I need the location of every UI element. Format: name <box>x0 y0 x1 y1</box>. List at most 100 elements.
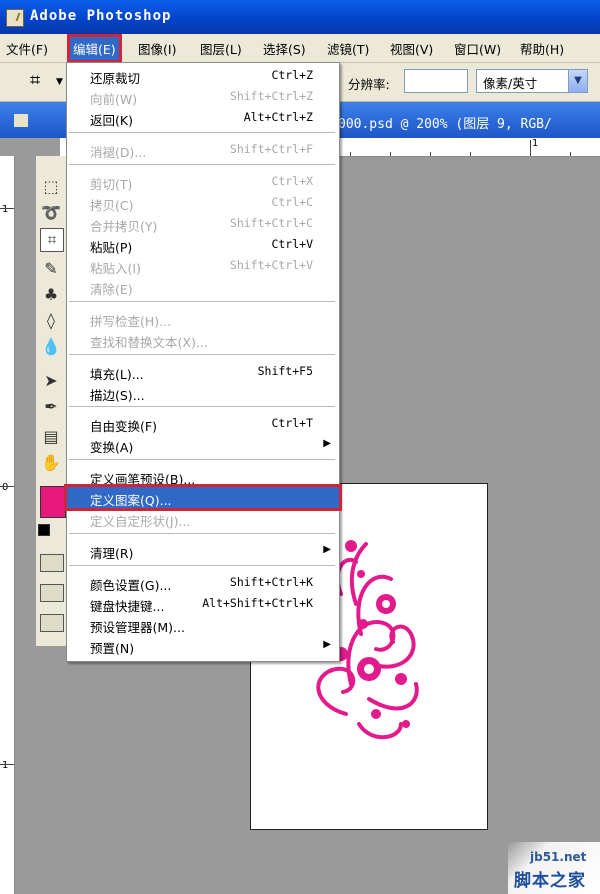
menu-edit[interactable]: 编辑(E) <box>67 34 122 63</box>
menu-item-label: 清除(E) <box>90 282 133 297</box>
edit-menu-item[interactable]: 粘贴(P) Ctrl+V <box>67 234 339 255</box>
edit-menu-item[interactable]: 清理(R) ▶ <box>67 540 339 561</box>
watermark-name: 脚本之家 <box>514 871 586 891</box>
menu-item-label: 还原裁切 <box>90 71 141 86</box>
notes-icon[interactable]: ▤ <box>40 426 62 448</box>
edit-menu-item[interactable]: 预设管理器(M)... <box>67 614 339 635</box>
resolution-input[interactable] <box>404 69 468 93</box>
menu-item-label: 拷贝(C) <box>90 198 134 213</box>
edit-menu-item[interactable]: 定义图案(Q)... <box>64 484 342 511</box>
menu-item-shortcut: Shift+Ctrl+Z <box>229 89 313 103</box>
app-title: Adobe Photoshop <box>30 8 172 24</box>
menu-item-label: 定义图案(Q)... <box>90 493 172 508</box>
menu-item-label: 描边(S)... <box>90 388 145 403</box>
default-colors-icon[interactable] <box>38 524 50 536</box>
edit-menu-item: 清除(E) <box>67 276 339 297</box>
submenu-arrow-icon: ▶ <box>323 438 331 449</box>
menu-item-shortcut: Shift+Ctrl+C <box>229 216 313 230</box>
menu-separator <box>69 565 335 566</box>
menu-item-label: 剪切(T) <box>90 177 133 192</box>
resolution-label: 分辨率: <box>348 77 390 92</box>
menu-layer[interactable]: 图层(L) <box>200 39 242 58</box>
screen-mode-icon[interactable] <box>40 584 64 602</box>
menu-help[interactable]: 帮助(H) <box>520 39 564 58</box>
edit-menu-item: 剪切(T) Ctrl+X <box>67 171 339 192</box>
menu-item-label: 拼写检查(H)... <box>90 314 172 329</box>
move-arrow-icon[interactable]: ➤ <box>40 370 62 392</box>
ruler-tick <box>430 152 431 156</box>
ruler-tick <box>350 152 351 156</box>
crop-icon[interactable]: ⌗ <box>30 70 52 92</box>
menu-window[interactable]: 窗口(W) <box>454 39 501 58</box>
ruler-tick <box>0 208 14 209</box>
menu-filter[interactable]: 滤镜(T) <box>327 39 369 58</box>
photoshop-app-icon <box>6 9 24 27</box>
edit-menu-item[interactable]: 自由变换(F) Ctrl+T <box>67 413 339 434</box>
edit-menu-item[interactable]: 键盘快捷键... Alt+Shift+Ctrl+K <box>67 593 339 614</box>
menu-item-label: 自由变换(F) <box>90 419 157 434</box>
menu-item-label: 合并拷贝(Y) <box>90 219 158 234</box>
edit-menu-item[interactable]: 定义画笔预设(B)... <box>67 466 339 487</box>
unit-select[interactable]: 像素/英寸 ▼ <box>476 69 588 93</box>
menu-view[interactable]: 视图(V) <box>390 39 433 58</box>
menubar: 文件(F) 编辑(E) 图像(I) 图层(L) 选择(S) 滤镜(T) 视图(V… <box>0 34 600 63</box>
pen-icon[interactable]: ✒ <box>40 396 62 418</box>
chevron-down-icon[interactable]: ▼ <box>568 70 587 92</box>
crop-tool-icon[interactable]: ⌗ <box>40 228 64 252</box>
menu-file[interactable]: 文件(F) <box>6 39 48 58</box>
menu-separator <box>69 132 335 133</box>
lasso-icon[interactable]: ➰ <box>40 202 62 224</box>
menu-item-shortcut: Shift+Ctrl+V <box>229 258 313 272</box>
unit-select-value: 像素/英寸 <box>483 76 538 91</box>
menu-separator <box>69 301 335 302</box>
edit-menu-item[interactable]: 预置(N) ▶ <box>67 635 339 656</box>
edit-menu-dropdown: 还原裁切 Ctrl+Z 向前(W) Shift+Ctrl+Z 返回(K) Alt+Ctrl… <box>64 62 342 662</box>
menu-item-shortcut: Shift+Ctrl+F <box>229 142 313 156</box>
healing-brush-icon[interactable]: ✎ <box>40 258 62 280</box>
menu-select[interactable]: 选择(S) <box>263 39 306 58</box>
menu-separator <box>69 406 335 407</box>
menu-item-label: 颜色设置(G)... <box>90 578 172 593</box>
menu-item-label: 消褪(D)... <box>90 145 147 160</box>
menu-item-label: 粘贴入(I) <box>90 261 141 276</box>
menu-item-label: 定义画笔预设(B)... <box>90 472 196 487</box>
menu-item-shortcut: Alt+Ctrl+Z <box>243 110 313 124</box>
edit-menu-item[interactable]: 填充(L)... Shift+F5 <box>67 361 339 382</box>
edit-menu-item: 向前(W) Shift+Ctrl+Z <box>67 86 339 107</box>
toolbox: ⬚ ➰ ⌗ ✎ ♣ ◊ 💧 ➤ ✒ ▤ ✋ <box>36 156 69 646</box>
chevron-down-icon[interactable]: ▼ <box>56 77 63 87</box>
hand-icon[interactable]: ✋ <box>40 452 62 474</box>
menu-separator <box>69 533 335 534</box>
ruler-tick <box>530 140 531 156</box>
marquee-icon[interactable]: ⬚ <box>40 176 62 198</box>
edit-menu-item[interactable]: 变换(A) ▶ <box>67 434 339 455</box>
menu-item-label: 预置(N) <box>90 641 135 656</box>
menu-item-label: 键盘快捷键... <box>90 599 165 614</box>
menu-item-label: 定义自定形状(J)... <box>90 514 191 529</box>
ruler-tick <box>0 764 14 765</box>
jump-to-imageready-icon[interactable] <box>40 614 64 632</box>
menu-image[interactable]: 图像(I) <box>138 39 176 58</box>
menu-item-label: 预设管理器(M)... <box>90 620 185 635</box>
clone-stamp-icon[interactable]: ♣ <box>40 284 62 306</box>
quick-mask-icon[interactable] <box>40 554 64 572</box>
menu-item-shortcut: Ctrl+V <box>271 237 313 251</box>
menu-separator <box>69 354 335 355</box>
edit-menu-item[interactable]: 还原裁切 Ctrl+Z <box>67 65 339 86</box>
edit-menu-item[interactable]: 返回(K) Alt+Ctrl+Z <box>67 107 339 128</box>
edit-menu-item: 合并拷贝(Y) Shift+Ctrl+C <box>67 213 339 234</box>
foreground-color-swatch[interactable] <box>40 486 66 518</box>
ruler-label: 1 <box>2 204 9 215</box>
menu-item-label: 填充(L)... <box>90 367 144 382</box>
eraser-icon[interactable]: ◊ <box>40 310 62 332</box>
blur-icon[interactable]: 💧 <box>40 336 62 358</box>
edit-menu-item[interactable]: 描边(S)... <box>67 382 339 403</box>
menu-separator <box>69 164 335 165</box>
ruler-label: 1 <box>532 138 539 149</box>
edit-menu-item: 拷贝(C) Ctrl+C <box>67 192 339 213</box>
edit-menu-item: 消褪(D)... Shift+Ctrl+F <box>67 139 339 160</box>
document-title: 000.psd @ 200% (图层 9, RGB/ <box>338 117 552 132</box>
menu-item-label: 返回(K) <box>90 113 133 128</box>
submenu-arrow-icon: ▶ <box>323 639 331 650</box>
edit-menu-item[interactable]: 颜色设置(G)... Shift+Ctrl+K <box>67 572 339 593</box>
